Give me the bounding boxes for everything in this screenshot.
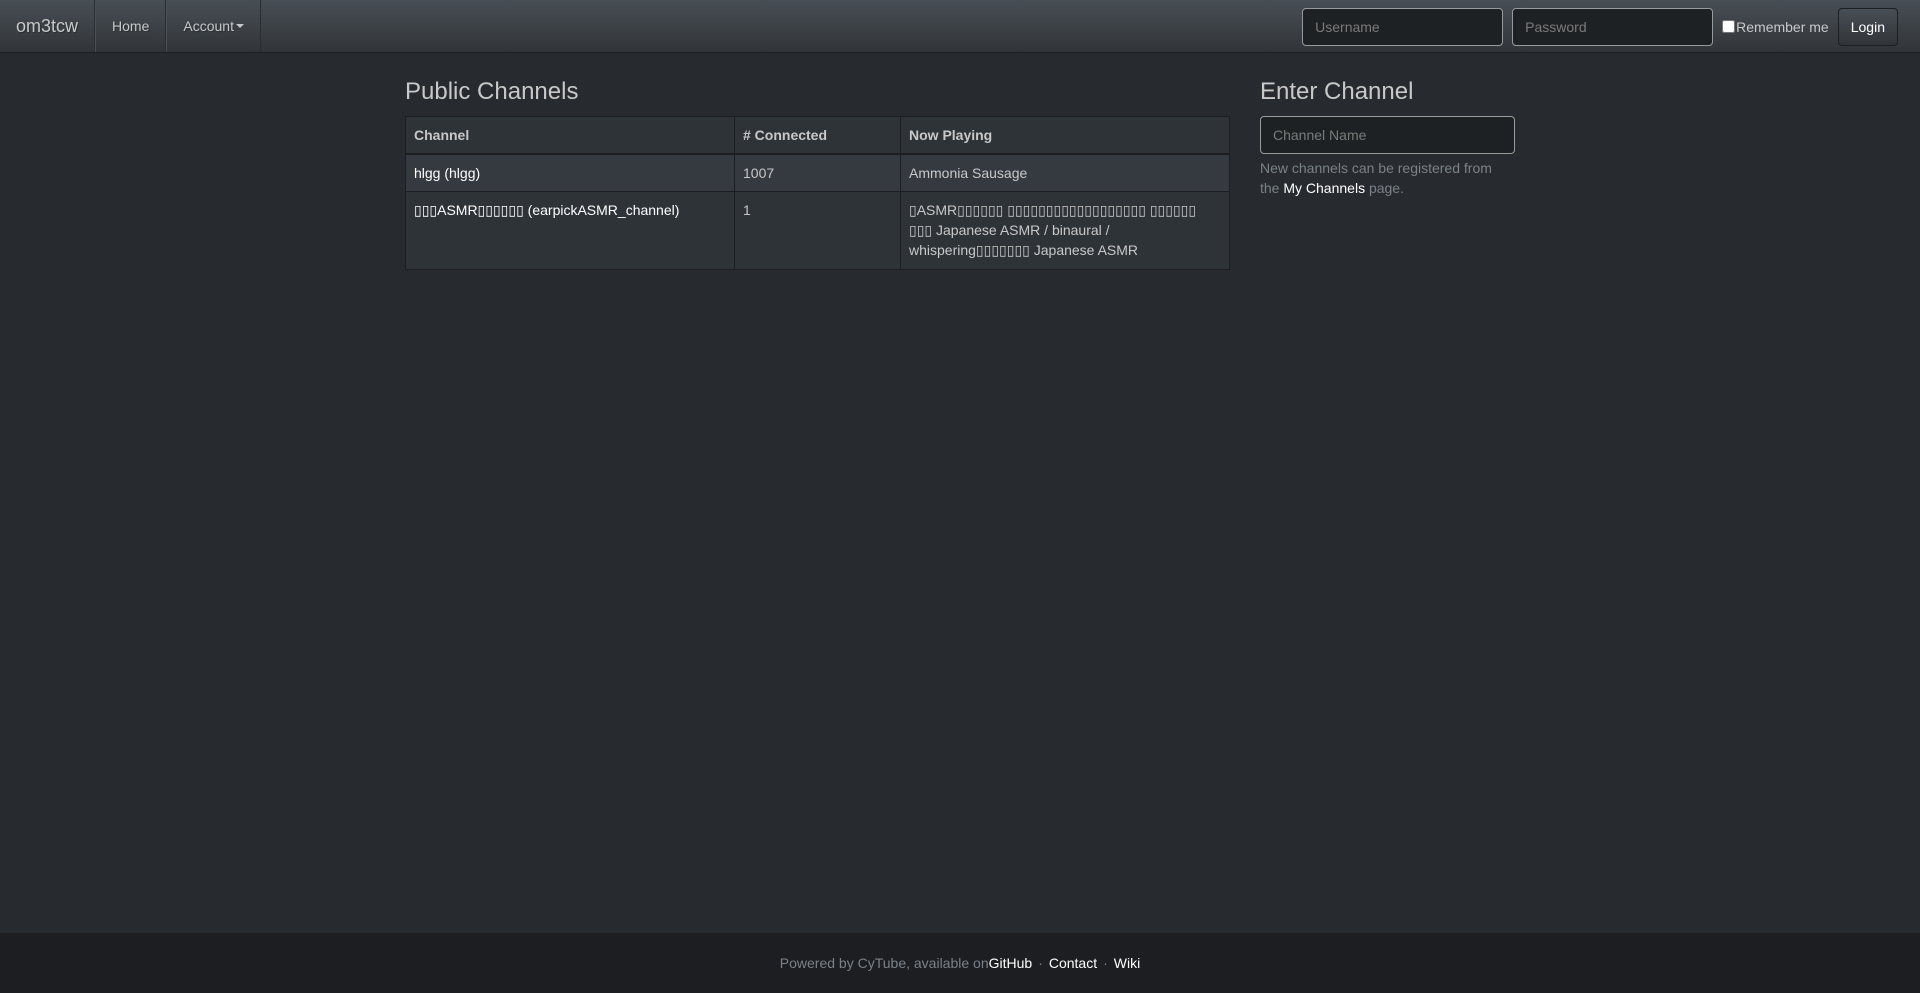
footer-prefix: Powered by CyTube, available on — [779, 955, 989, 971]
footer-separator: · — [1103, 955, 1108, 971]
help-suffix: page. — [1365, 180, 1404, 196]
channel-help-text: New channels can be registered from the … — [1260, 154, 1515, 198]
channel-link[interactable]: ▯▯▯ASMR▯▯▯▯▯▯ (earpickASMR_channel) — [414, 202, 679, 218]
password-input[interactable] — [1512, 7, 1714, 46]
nav-home-label: Home — [112, 18, 150, 34]
table-header-row: Channel # Connected Now Playing — [405, 116, 1230, 155]
connected-cell: 1 — [734, 191, 901, 270]
nav-account-dropdown[interactable]: Account — [166, 0, 261, 52]
channel-cell: ▯▯▯ASMR▯▯▯▯▯▯ (earpickASMR_channel) — [405, 191, 735, 270]
header-connected: # Connected — [734, 116, 901, 155]
channel-cell: hlgg (hlgg) — [405, 153, 735, 192]
public-channels-title: Public Channels — [405, 78, 579, 105]
header-channel: Channel — [405, 116, 735, 155]
brand-link[interactable]: om3tcw — [0, 0, 96, 52]
username-input[interactable] — [1302, 7, 1504, 46]
table-row: ▯▯▯ASMR▯▯▯▯▯▯ (earpickASMR_channel) 1 ▯A… — [405, 191, 1230, 270]
header-now-playing: Now Playing — [900, 116, 1230, 155]
caret-down-icon — [235, 24, 244, 28]
login-button[interactable]: Login — [1837, 7, 1898, 46]
navbar: om3tcw Home Account Remember me Login — [0, 0, 1920, 53]
channel-link[interactable]: hlgg (hlgg) — [414, 165, 480, 181]
contact-link[interactable]: Contact — [1049, 955, 1097, 971]
channel-name-input[interactable] — [1260, 116, 1515, 154]
nav-home[interactable]: Home — [95, 0, 167, 52]
connected-cell: 1007 — [734, 153, 901, 192]
wiki-link[interactable]: Wiki — [1114, 955, 1140, 971]
table-row: hlgg (hlgg) 1007 Ammonia Sausage — [405, 153, 1230, 192]
now-playing-cell: Ammonia Sausage — [900, 153, 1230, 192]
enter-channel-title: Enter Channel — [1260, 78, 1414, 105]
remember-me-label: Remember me — [1736, 18, 1829, 35]
footer: Powered by CyTube, available on GitHub ·… — [0, 933, 1920, 993]
channels-table: Channel # Connected Now Playing hlgg (hl… — [405, 116, 1230, 270]
login-form: Remember me Login — [1302, 0, 1920, 53]
now-playing-cell: ▯ASMR▯▯▯▯▯▯ ▯▯▯▯▯▯▯▯▯▯▯▯▯▯▯▯▯▯ ▯▯▯▯▯▯ ▯▯… — [900, 191, 1230, 270]
nav-account-label: Account — [183, 18, 234, 34]
footer-separator: · — [1038, 955, 1043, 971]
my-channels-link[interactable]: My Channels — [1283, 180, 1365, 196]
remember-me-checkbox[interactable] — [1722, 20, 1736, 33]
remember-me: Remember me — [1722, 19, 1829, 35]
github-link[interactable]: GitHub — [989, 955, 1033, 971]
